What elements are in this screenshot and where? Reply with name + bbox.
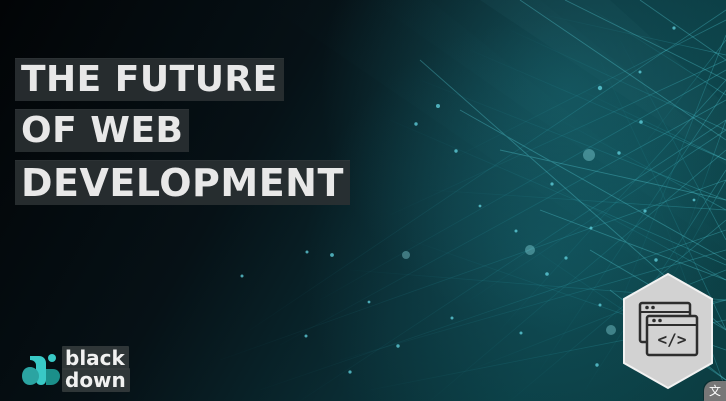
brand-logo: black down: [22, 344, 144, 394]
hero-banner: THE FUTURE OF WEB DEVELOPMENT black down…: [0, 0, 726, 401]
logo-word-black: black: [62, 346, 129, 370]
title-line-2: OF WEB: [15, 109, 190, 152]
logo-mark-icon: [22, 354, 60, 385]
translate-chip[interactable]: 文: [704, 381, 726, 401]
title-line-3: DEVELOPMENT: [15, 160, 350, 205]
logo-word-down: down: [62, 368, 130, 392]
code-symbol-text: </>: [658, 330, 687, 349]
title-line-1: THE FUTURE: [15, 58, 284, 101]
code-badge: </>: [620, 272, 716, 390]
hero-title: THE FUTURE OF WEB DEVELOPMENT: [15, 58, 350, 213]
code-window-icon: </>: [623, 272, 713, 390]
logo-wordmark: black down: [62, 344, 142, 394]
